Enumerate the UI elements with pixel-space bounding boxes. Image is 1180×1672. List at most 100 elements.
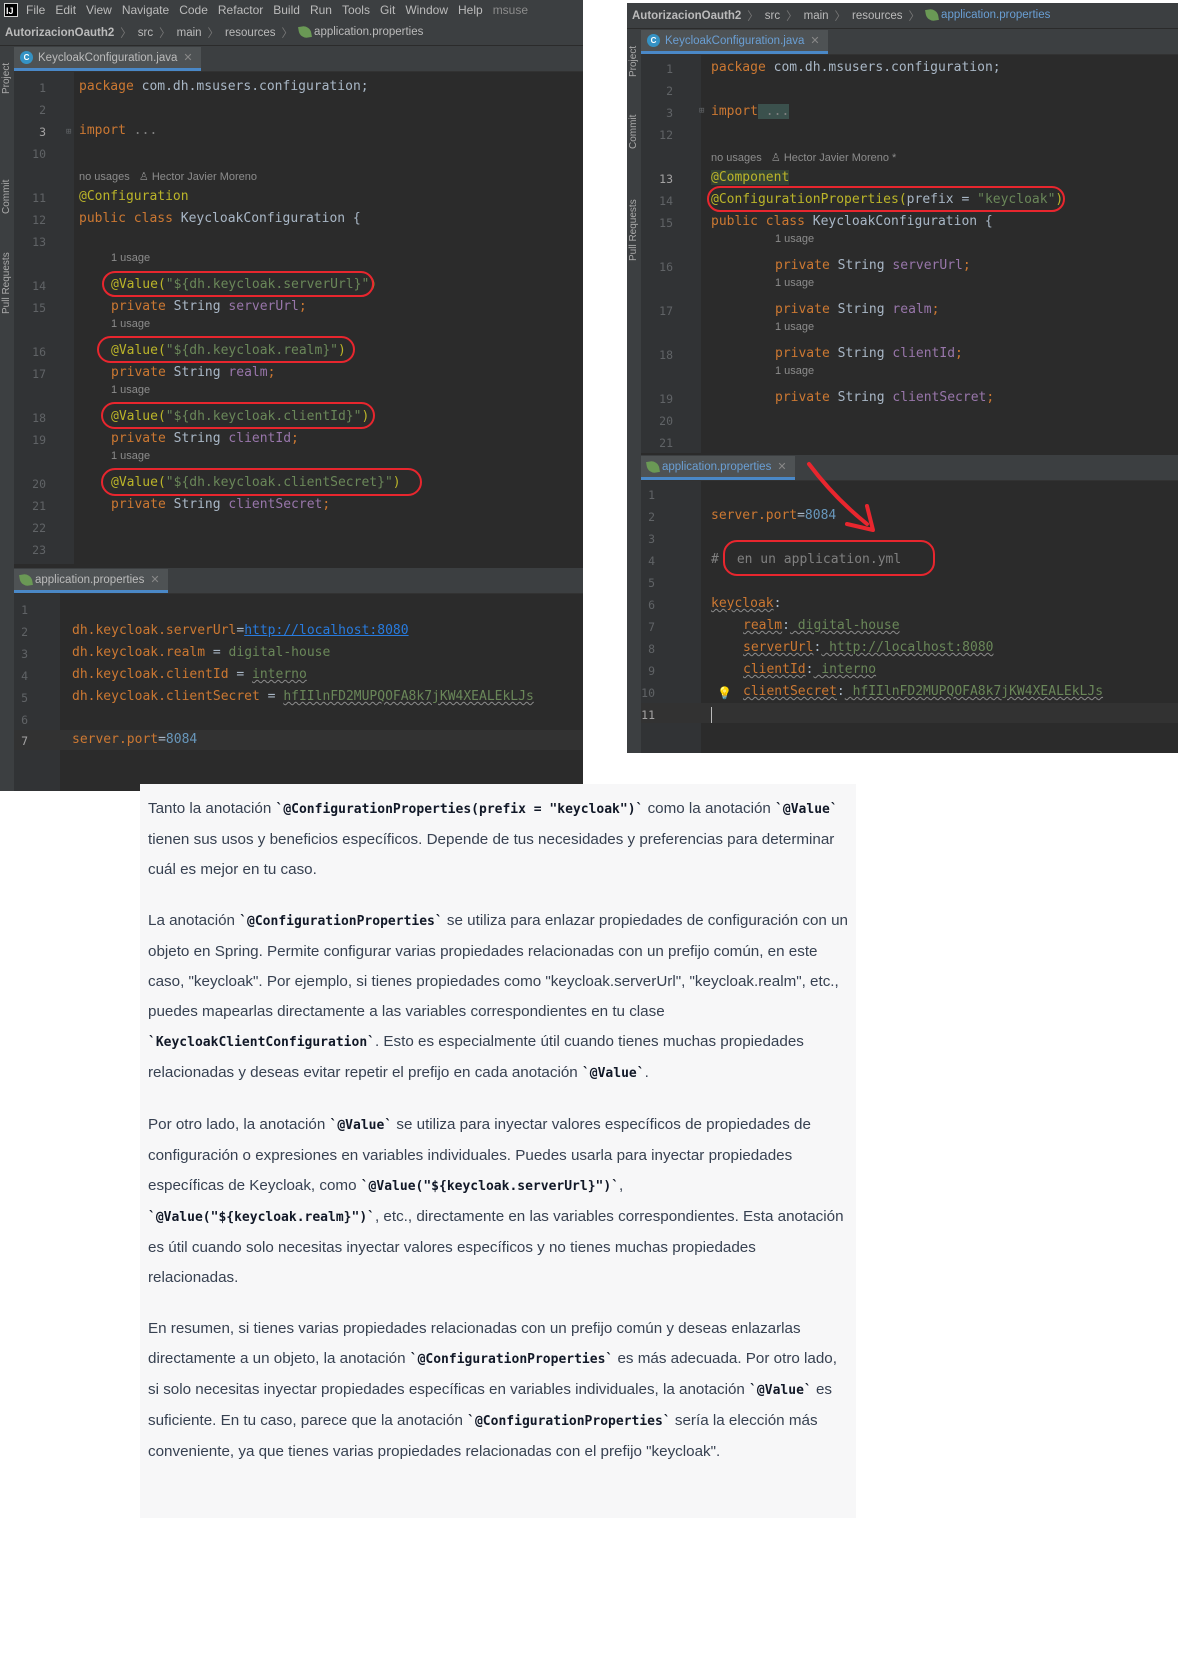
side-tab-project[interactable]: Project — [628, 46, 639, 77]
yml-root-keycloak: keycloak: — [711, 596, 782, 611]
breadcrumb-project[interactable]: AutorizacionOauth2 — [632, 10, 741, 22]
yml-editor[interactable]: 1 2 3 4 5 6 7 8 9 10 11 server.port=8084… — [641, 481, 1178, 753]
usage-hint: 1 usage — [111, 384, 151, 396]
code-line-field-realm: private String realm; — [775, 302, 940, 317]
line-number: 3 — [666, 106, 673, 120]
code-line-package: package com.dh.msusers.configuration; — [711, 60, 1001, 75]
menu-build[interactable]: Build — [273, 3, 300, 17]
menu-project-name: msuse — [492, 3, 529, 17]
close-icon[interactable]: ✕ — [777, 460, 786, 473]
menu-edit[interactable]: Edit — [55, 3, 76, 17]
highlight-oval — [707, 186, 1065, 212]
yml-clientid: clientId: interno — [743, 662, 877, 677]
tab-label: application.properties — [35, 573, 145, 586]
breadcrumb-src[interactable]: src — [138, 27, 153, 39]
property-server-port: server.port=8084 — [72, 732, 198, 747]
side-tab-commit[interactable]: Commit — [628, 115, 639, 149]
tab-keycloak-configuration-java[interactable]: C KeycloakConfiguration.java ✕ — [14, 47, 201, 71]
property-realm: dh.keycloak.realm = digital-house — [72, 645, 331, 660]
menu-navigate[interactable]: Navigate — [122, 3, 169, 17]
spring-leaf-icon — [646, 459, 660, 474]
line-number: 18 — [32, 411, 46, 425]
menu-bar: IJ File Edit View Navigate Code Refactor… — [0, 0, 583, 20]
breadcrumb-main[interactable]: main — [804, 10, 829, 22]
close-icon[interactable]: ✕ — [183, 51, 192, 64]
line-number: 3 — [648, 532, 655, 546]
properties-editor[interactable]: 1 2 3 4 5 6 7 dh.keycloak.serverUrl=http… — [14, 594, 583, 791]
line-number: 3 — [21, 647, 28, 661]
breadcrumb-separator-icon: 〉 — [786, 10, 798, 23]
side-tab-commit[interactable]: Commit — [1, 180, 12, 214]
menu-file[interactable]: File — [26, 3, 45, 17]
code-line-class-declaration: public class KeycloakConfiguration { — [79, 211, 361, 226]
code-line-import: import ... — [711, 104, 790, 119]
line-number: 6 — [21, 713, 28, 727]
usage-hint: 1 usage — [111, 450, 151, 462]
menu-tools[interactable]: Tools — [342, 3, 370, 17]
chat-answer: Tanto la anotación `@ConfigurationProper… — [140, 784, 856, 1518]
menu-run[interactable]: Run — [310, 3, 332, 17]
breadcrumb-separator-icon: 〉 — [908, 10, 921, 23]
editor-tab-bar: C KeycloakConfiguration.java ✕ — [14, 46, 583, 72]
tab-application-properties[interactable]: application.properties ✕ — [14, 569, 168, 593]
line-number: 19 — [32, 433, 46, 447]
code-line-configuration-annotation: @Configuration — [79, 189, 189, 204]
usage-hint: 1 usage — [775, 321, 815, 333]
line-number: 19 — [659, 392, 673, 406]
fold-icon[interactable]: ⊞ — [66, 127, 71, 137]
side-tab-pull-requests[interactable]: Pull Requests — [628, 199, 639, 261]
lightbulb-icon[interactable]: 💡 — [717, 686, 732, 700]
breadcrumb-file-label: application.properties — [314, 26, 424, 39]
highlight-oval — [101, 468, 422, 496]
breadcrumb-resources[interactable]: resources — [225, 27, 276, 39]
menu-view[interactable]: View — [86, 3, 112, 17]
line-number: 5 — [648, 576, 655, 590]
code-line-field-clientid: private String clientId; — [111, 431, 299, 446]
close-icon[interactable]: ✕ — [150, 573, 159, 586]
properties-tab-bar: application.properties ✕ — [641, 455, 1178, 481]
menu-code[interactable]: Code — [179, 3, 208, 17]
line-number: 18 — [659, 348, 673, 362]
breadcrumb-separator-icon: 〉 — [120, 27, 132, 40]
breadcrumb-project[interactable]: AutorizacionOauth2 — [5, 27, 114, 39]
line-number: 2 — [39, 103, 46, 117]
breadcrumb-main[interactable]: main — [177, 27, 202, 39]
line-number: 15 — [659, 216, 673, 230]
tab-keycloak-configuration-java[interactable]: C KeycloakConfiguration.java ✕ — [641, 30, 828, 54]
code-line-class-declaration: public class KeycloakConfiguration { — [711, 214, 993, 229]
menu-window[interactable]: Window — [405, 3, 448, 17]
line-number: 11 — [641, 708, 655, 722]
line-number: 16 — [32, 345, 46, 359]
line-number: 15 — [32, 301, 46, 315]
code-line-field-serverurl: private String serverUrl; — [775, 258, 971, 273]
breadcrumb-file[interactable]: application.properties — [298, 25, 424, 40]
usage-hint: 1 usage — [775, 233, 815, 245]
breadcrumb-separator-icon: 〉 — [159, 27, 171, 40]
line-number: 7 — [648, 620, 655, 634]
java-editor[interactable]: 1 2 3 10 11 12 13 14 15 16 17 18 19 20 2… — [14, 72, 583, 564]
line-number: 4 — [21, 669, 28, 683]
java-editor[interactable]: 1 2 3 12 13 14 15 16 17 18 19 20 21 pack… — [641, 55, 1178, 453]
fold-icon[interactable]: ⊞ — [699, 106, 704, 116]
left-ide-screenshot: IJ File Edit View Navigate Code Refactor… — [0, 0, 583, 791]
line-number: 7 — [21, 734, 28, 748]
line-number: 1 — [666, 62, 673, 76]
menu-help[interactable]: Help — [458, 3, 483, 17]
tab-application-properties[interactable]: application.properties ✕ — [641, 456, 795, 480]
breadcrumb-src[interactable]: src — [765, 10, 780, 22]
line-number: 17 — [32, 367, 46, 381]
code-line-component-annotation: @Component — [711, 170, 790, 185]
close-icon[interactable]: ✕ — [810, 34, 819, 47]
property-clientid: dh.keycloak.clientId = interno — [72, 667, 307, 682]
side-tab-project[interactable]: Project — [1, 63, 12, 94]
line-number: 13 — [659, 172, 673, 186]
breadcrumb-file[interactable]: application.properties — [925, 8, 1050, 23]
menu-git[interactable]: Git — [380, 3, 395, 17]
line-number: 17 — [659, 304, 673, 318]
line-number: 4 — [648, 554, 655, 568]
side-tool-strip: Project Commit Pull Requests — [0, 46, 14, 791]
side-tab-pull-requests[interactable]: Pull Requests — [1, 252, 12, 314]
code-line-field-realm: private String realm; — [111, 365, 276, 380]
breadcrumb-resources[interactable]: resources — [852, 10, 903, 22]
menu-refactor[interactable]: Refactor — [218, 3, 263, 17]
